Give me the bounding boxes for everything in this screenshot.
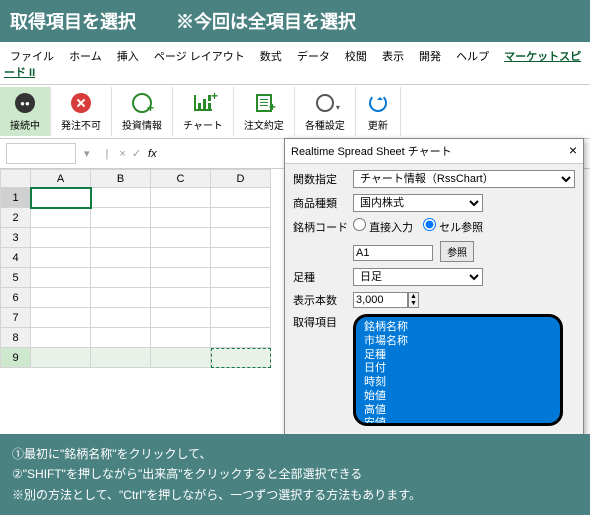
instr-line-1: ①最初に"銘柄名称"をクリックして、 — [12, 444, 578, 464]
label-code: 銘柄コード — [293, 219, 353, 235]
item-6[interactable]: 高値 — [364, 404, 552, 418]
label-count: 表示本数 — [293, 292, 353, 308]
cell-D9[interactable] — [211, 348, 271, 368]
spinner-buttons-icon[interactable]: ▲▼ — [408, 292, 419, 308]
tool-invest-label: 投資情報 — [122, 117, 162, 132]
chart-icon — [191, 91, 215, 115]
tool-deny-label: 発注不可 — [61, 117, 101, 132]
leg-select[interactable]: 日足 — [353, 268, 483, 286]
radio-direct[interactable]: 直接入力 — [353, 218, 413, 235]
deny-icon — [69, 91, 93, 115]
accept-formula-icon[interactable]: ✓ — [132, 147, 141, 160]
col-B[interactable]: B — [91, 170, 151, 188]
label-items: 取得項目 — [293, 314, 353, 330]
menu-data[interactable]: データ — [297, 51, 330, 63]
refresh-icon — [366, 91, 390, 115]
tool-invest[interactable]: 投資情報 — [112, 87, 173, 136]
tool-order[interactable]: 注文約定 — [234, 87, 295, 136]
menu-pagelayout[interactable]: ページ レイアウト — [154, 51, 245, 63]
row-3[interactable]: 3 — [1, 228, 31, 248]
instr-line-2: ②"SHIFT"を押しながら"出来高"をクリックすると全部選択できる — [12, 464, 578, 484]
row-4[interactable]: 4 — [1, 248, 31, 268]
menu-help[interactable]: ヘルプ — [456, 51, 489, 63]
label-leg: 足種 — [293, 269, 353, 285]
namebox-dropdown-icon[interactable]: ▾ — [84, 147, 90, 160]
tool-refresh[interactable]: 更新 — [356, 87, 401, 136]
tool-order-label: 注文約定 — [244, 117, 284, 132]
doc-icon — [252, 91, 276, 115]
dialog-title: Realtime Spread Sheet チャート — [291, 143, 452, 159]
menu-view[interactable]: 表示 — [382, 51, 404, 63]
menu-developer[interactable]: 開発 — [419, 51, 441, 63]
menu-file[interactable]: ファイル — [10, 51, 54, 63]
cell-D1[interactable] — [211, 188, 271, 208]
item-5[interactable]: 始値 — [364, 390, 552, 404]
radio-cellref[interactable]: セル参照 — [423, 218, 483, 235]
row-1[interactable]: 1 — [1, 188, 31, 208]
fx-label[interactable]: fx — [148, 148, 157, 160]
select-all-corner[interactable] — [1, 170, 31, 188]
row-5[interactable]: 5 — [1, 268, 31, 288]
ribbon-toolbar: ●● 接続中 発注不可 投資情報 チャート 注文約定 各種設定 更新 — [0, 84, 590, 139]
menu-home[interactable]: ホーム — [69, 51, 102, 63]
func-select[interactable]: チャート情報（RssChart） — [353, 170, 575, 188]
close-icon[interactable]: × — [569, 143, 577, 159]
items-listbox[interactable]: 銘柄名称 市場名称 足種 日付 時刻 始値 高値 安値 — [353, 314, 563, 426]
menu-review[interactable]: 校閲 — [345, 51, 367, 63]
tool-connect-label: 接続中 — [10, 117, 40, 132]
row-6[interactable]: 6 — [1, 288, 31, 308]
label-func: 関数指定 — [293, 171, 353, 187]
browse-button[interactable]: 参照 — [440, 241, 474, 262]
connect-icon: ●● — [13, 91, 37, 115]
item-0[interactable]: 銘柄名称 — [364, 321, 552, 335]
code-input[interactable] — [353, 245, 433, 261]
row-7[interactable]: 7 — [1, 308, 31, 328]
tool-deny[interactable]: 発注不可 — [51, 87, 112, 136]
cell-C1[interactable] — [151, 188, 211, 208]
instruction-banner-top: 取得項目を選択 ※今回は全項目を選択 — [0, 0, 590, 42]
instr-line-3: ※別の方法として、"Ctrl"を押しながら、一つずつ選択する方法もあります。 — [12, 485, 578, 505]
row-9[interactable]: 9 — [1, 348, 31, 368]
banner-top-left: 取得項目を選択 — [10, 12, 136, 32]
col-D[interactable]: D — [211, 170, 271, 188]
count-spinner[interactable] — [353, 292, 408, 308]
instruction-banner-bottom: ①最初に"銘柄名称"をクリックして、 ②"SHIFT"を押しながら"出来高"をク… — [0, 434, 590, 515]
rss-chart-dialog: Realtime Spread Sheet チャート × 関数指定 チャート情報… — [284, 138, 584, 477]
tool-connect[interactable]: ●● 接続中 — [0, 87, 51, 136]
menu-formulas[interactable]: 数式 — [260, 51, 282, 63]
item-2[interactable]: 足種 — [364, 349, 552, 363]
gear-icon — [313, 91, 337, 115]
tool-settings-label: 各種設定 — [305, 117, 345, 132]
row-2[interactable]: 2 — [1, 208, 31, 228]
label-product: 商品種類 — [293, 195, 353, 211]
item-4[interactable]: 時刻 — [364, 376, 552, 390]
cancel-formula-icon[interactable]: × — [119, 148, 125, 160]
item-1[interactable]: 市場名称 — [364, 335, 552, 349]
item-3[interactable]: 日付 — [364, 362, 552, 376]
tool-chart[interactable]: チャート — [173, 87, 234, 136]
item-7[interactable]: 安値 — [364, 417, 552, 426]
product-select[interactable]: 国内株式 — [353, 194, 483, 212]
globe-icon — [130, 91, 154, 115]
cell-A1[interactable] — [31, 188, 91, 208]
menu-insert[interactable]: 挿入 — [117, 51, 139, 63]
banner-top-right: ※今回は全項目を選択 — [176, 12, 356, 32]
col-C[interactable]: C — [151, 170, 211, 188]
tool-refresh-label: 更新 — [368, 117, 388, 132]
tool-chart-label: チャート — [183, 117, 223, 132]
tool-settings[interactable]: 各種設定 — [295, 87, 356, 136]
menubar: ファイル ホーム 挿入 ページ レイアウト 数式 データ 校閲 表示 開発 ヘル… — [0, 42, 590, 84]
col-A[interactable]: A — [31, 170, 91, 188]
row-8[interactable]: 8 — [1, 328, 31, 348]
name-box[interactable] — [6, 143, 76, 164]
cell-B1[interactable] — [91, 188, 151, 208]
